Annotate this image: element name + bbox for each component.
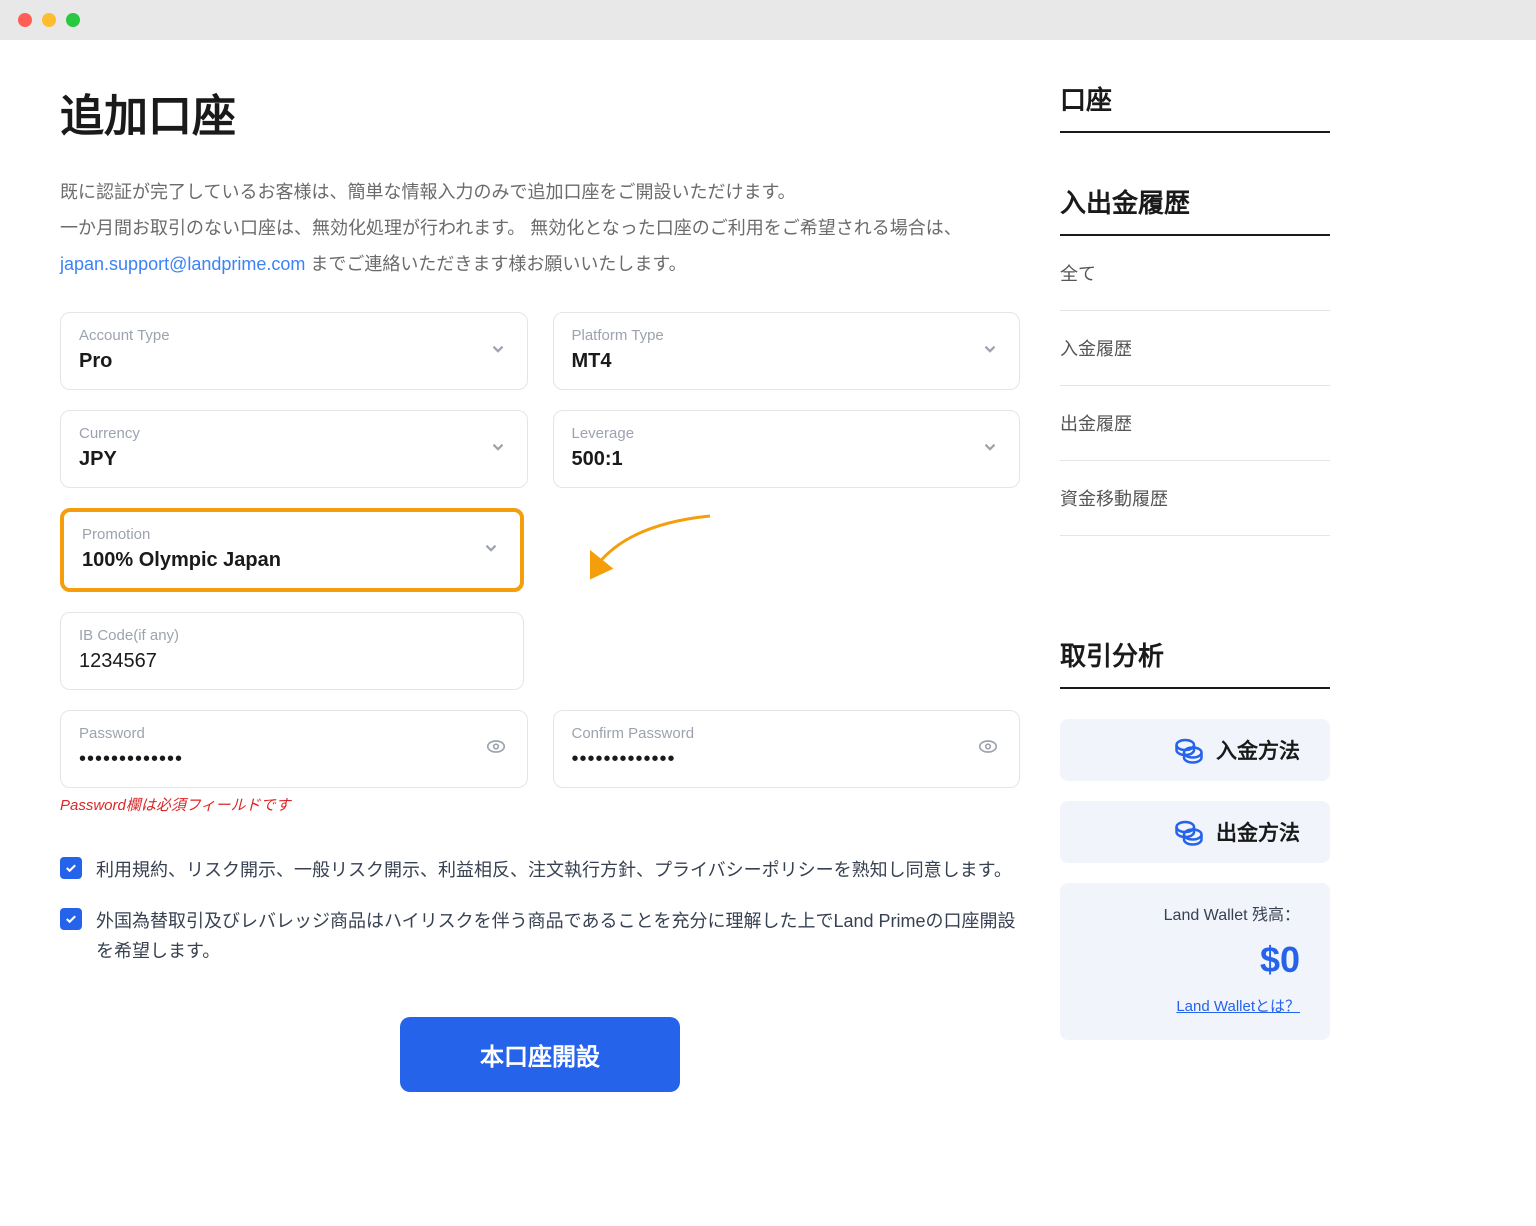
intro-text: 既に認証が完了しているお客様は、簡単な情報入力のみで追加口座をご開設いただけます… bbox=[60, 174, 1020, 282]
sidebar-heading-history[interactable]: 入出金履歴 bbox=[1060, 183, 1330, 236]
account-type-label: Account Type bbox=[79, 327, 509, 344]
terms-label: 利用規約、リスク開示、一般リスク開示、利益相反、注文執行方針、プライバシーポリシ… bbox=[96, 855, 1012, 886]
currency-label: Currency bbox=[79, 425, 509, 442]
sidebar-heading-analysis[interactable]: 取引分析 bbox=[1060, 636, 1330, 689]
intro-line1: 既に認証が完了しているお客様は、簡単な情報入力のみで追加口座をご開設いただけます… bbox=[60, 182, 796, 202]
terms-checkbox-row: 利用規約、リスク開示、一般リスク開示、利益相反、注文執行方針、プライバシーポリシ… bbox=[60, 855, 1020, 886]
ib-code-input[interactable] bbox=[79, 650, 505, 673]
account-type-select[interactable]: Account Type Pro bbox=[60, 312, 528, 390]
password-value: ••••••••••••• bbox=[79, 748, 509, 771]
risk-checkbox[interactable] bbox=[60, 908, 82, 930]
eye-icon[interactable] bbox=[485, 736, 507, 763]
password-field[interactable]: Password ••••••••••••• bbox=[60, 710, 528, 788]
wallet-label: Land Wallet 残高： bbox=[1090, 901, 1300, 925]
withdraw-method-label: 出金方法 bbox=[1216, 817, 1300, 847]
confirm-password-label: Confirm Password bbox=[572, 725, 1002, 742]
chevron-down-icon bbox=[489, 340, 507, 363]
money-icon bbox=[1174, 817, 1204, 847]
window-chrome bbox=[0, 0, 1536, 40]
money-icon bbox=[1174, 735, 1204, 765]
withdraw-method-button[interactable]: 出金方法 bbox=[1060, 801, 1330, 863]
window-maximize-button[interactable] bbox=[66, 13, 80, 27]
chevron-down-icon bbox=[489, 438, 507, 461]
platform-type-value: MT4 bbox=[572, 350, 1002, 373]
window-minimize-button[interactable] bbox=[42, 13, 56, 27]
deposit-method-button[interactable]: 入金方法 bbox=[1060, 719, 1330, 781]
account-type-value: Pro bbox=[79, 350, 509, 373]
promotion-value: 100% Olympic Japan bbox=[82, 549, 502, 572]
ib-code-field[interactable]: IB Code(if any) bbox=[60, 612, 524, 690]
leverage-value: 500:1 bbox=[572, 448, 1002, 471]
chevron-down-icon bbox=[482, 539, 500, 562]
chevron-down-icon bbox=[981, 438, 999, 461]
platform-type-select[interactable]: Platform Type MT4 bbox=[553, 312, 1021, 390]
sidebar-heading-account[interactable]: 口座 bbox=[1060, 80, 1330, 133]
sidebar-item-transfer-history[interactable]: 資金移動履歴 bbox=[1060, 461, 1330, 536]
risk-checkbox-row: 外国為替取引及びレバレッジ商品はハイリスクを伴う商品であることを充分に理解した上… bbox=[60, 906, 1020, 967]
risk-label: 外国為替取引及びレバレッジ商品はハイリスクを伴う商品であることを充分に理解した上… bbox=[96, 906, 1020, 967]
ib-code-label: IB Code(if any) bbox=[79, 627, 505, 644]
sidebar-item-withdraw-history[interactable]: 出金履歴 bbox=[1060, 386, 1330, 461]
wallet-balance: $0 bbox=[1090, 939, 1300, 981]
sidebar-item-all[interactable]: 全て bbox=[1060, 236, 1330, 311]
intro-line2: 一か月間お取引のない口座は、無効化処理が行われます。 無効化となった口座のご利用… bbox=[60, 218, 962, 238]
submit-button[interactable]: 本口座開設 bbox=[400, 1017, 680, 1092]
wallet-info-link[interactable]: Land Walletとは？ bbox=[1176, 998, 1300, 1015]
platform-type-label: Platform Type bbox=[572, 327, 1002, 344]
leverage-select[interactable]: Leverage 500:1 bbox=[553, 410, 1021, 488]
deposit-method-label: 入金方法 bbox=[1216, 735, 1300, 765]
support-email-link[interactable]: japan.support@landprime.com bbox=[60, 254, 305, 274]
page-title: 追加口座 bbox=[60, 80, 1020, 144]
intro-line3: までご連絡いただきます様お願いいたします。 bbox=[305, 254, 686, 274]
leverage-label: Leverage bbox=[572, 425, 1002, 442]
currency-select[interactable]: Currency JPY bbox=[60, 410, 528, 488]
currency-value: JPY bbox=[79, 448, 509, 471]
promotion-select[interactable]: Promotion 100% Olympic Japan bbox=[60, 508, 524, 592]
password-label: Password bbox=[79, 725, 509, 742]
window-close-button[interactable] bbox=[18, 13, 32, 27]
terms-checkbox[interactable] bbox=[60, 857, 82, 879]
password-error: Password欄は必須フィールドです bbox=[60, 794, 528, 815]
promotion-label: Promotion bbox=[82, 526, 502, 543]
sidebar-item-deposit-history[interactable]: 入金履歴 bbox=[1060, 311, 1330, 386]
confirm-password-field[interactable]: Confirm Password ••••••••••••• bbox=[553, 710, 1021, 788]
sidebar: 口座 入出金履歴 全て 入金履歴 出金履歴 資金移動履歴 取引分析 入金方法 出… bbox=[1060, 80, 1330, 1092]
confirm-password-value: ••••••••••••• bbox=[572, 748, 1002, 771]
main-content: 追加口座 既に認証が完了しているお客様は、簡単な情報入力のみで追加口座をご開設い… bbox=[60, 80, 1020, 1092]
eye-icon[interactable] bbox=[977, 736, 999, 763]
wallet-box: Land Wallet 残高： $0 Land Walletとは？ bbox=[1060, 883, 1330, 1040]
chevron-down-icon bbox=[981, 340, 999, 363]
